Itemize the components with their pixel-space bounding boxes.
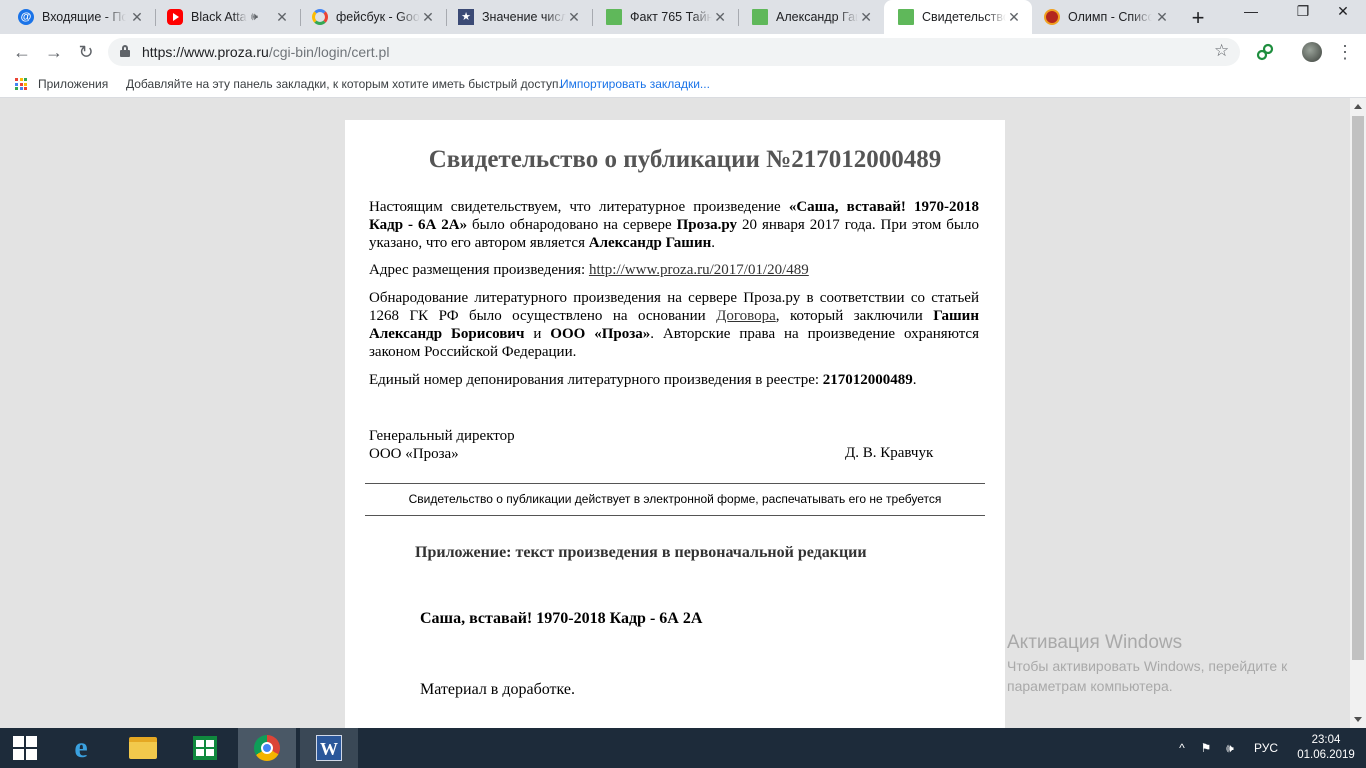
start-button[interactable] bbox=[0, 728, 50, 768]
tab-title: Свидетельство о публикации bbox=[922, 10, 1006, 24]
tab-certificate[interactable]: Свидетельство о публикации ✕ bbox=[884, 0, 1032, 34]
tab-title: Значение числа bbox=[482, 10, 566, 24]
taskbar-ie[interactable]: e bbox=[52, 728, 110, 768]
divider bbox=[365, 515, 985, 516]
store-icon bbox=[193, 736, 217, 760]
party-company: ООО «Проза» bbox=[550, 326, 651, 342]
signature-position: Генеральный директор ООО «Проза» bbox=[369, 428, 515, 462]
taskbar-clock[interactable]: 23:04 01.06.2019 bbox=[1296, 733, 1356, 763]
author-name: Александр Гашин bbox=[588, 235, 712, 251]
lock-icon[interactable] bbox=[120, 45, 130, 57]
registry-number: 217012000489 bbox=[822, 372, 913, 388]
proza-icon bbox=[752, 9, 768, 25]
ie-icon: e bbox=[74, 731, 88, 764]
apps-link[interactable]: Приложения bbox=[38, 77, 108, 91]
certificate-paragraph-2: Адрес размещения произведения: http://ww… bbox=[369, 262, 809, 278]
divider bbox=[365, 483, 985, 484]
word-icon: W bbox=[316, 735, 342, 761]
reload-button[interactable]: ↻ bbox=[74, 40, 98, 64]
work-title: Саша, вставай! 1970-2018 Кадр - 6А 2А bbox=[420, 610, 703, 627]
olimp-icon bbox=[1044, 9, 1060, 25]
close-icon[interactable]: ✕ bbox=[129, 9, 145, 26]
close-window-button[interactable]: ✕ bbox=[1320, 0, 1366, 30]
site-name: Проза.ру bbox=[676, 217, 738, 233]
tab-title: Входящие - Почта bbox=[42, 10, 126, 24]
new-tab-button[interactable]: + bbox=[1186, 5, 1210, 31]
tab-title: Олимп - Список bbox=[1068, 10, 1152, 24]
windows-activation-watermark: Активация Windows Чтобы активировать Win… bbox=[1007, 632, 1288, 694]
minimize-button[interactable]: — bbox=[1228, 0, 1274, 30]
certificate-paragraph-4: Единый номер депонирования литературного… bbox=[369, 372, 917, 388]
bookmarks-hint: Добавляйте на эту панель закладки, к кот… bbox=[126, 77, 562, 91]
star-icon: ★ bbox=[458, 9, 474, 25]
proza-icon bbox=[606, 9, 622, 25]
signature-name: Д. В. Кравчук bbox=[845, 445, 934, 461]
tab-fact[interactable]: Факт 765 Тайна ✕ bbox=[592, 0, 738, 34]
windows-taskbar: e W ^ ⚑ 🕪 РУС 23:04 01.06.2019 bbox=[0, 728, 1366, 768]
tab-google[interactable]: фейсбук - Google ✕ bbox=[300, 0, 446, 34]
tab-inbox[interactable]: @ Входящие - Почта ✕ bbox=[0, 0, 155, 34]
bookmarks-bar: Приложения Добавляйте на эту панель закл… bbox=[0, 70, 1366, 98]
start-icon bbox=[13, 736, 37, 760]
volume-icon[interactable]: 🕪 bbox=[1220, 728, 1240, 768]
taskbar-explorer[interactable] bbox=[114, 728, 172, 768]
tab-author[interactable]: Александр Гашин ✕ bbox=[738, 0, 884, 34]
page-scrollbar[interactable] bbox=[1350, 98, 1366, 728]
profile-avatar[interactable] bbox=[1302, 42, 1322, 62]
tab-title: Факт 765 Тайна bbox=[630, 10, 713, 24]
language-indicator[interactable]: РУС bbox=[1246, 728, 1286, 768]
youtube-icon bbox=[167, 9, 183, 25]
address-bar[interactable]: https://www.proza.ru/cgi-bin/login/cert.… bbox=[108, 38, 1240, 66]
close-icon[interactable]: ✕ bbox=[1154, 9, 1170, 26]
contract-link[interactable]: Договора bbox=[716, 308, 776, 324]
tab-title: фейсбук - Google bbox=[336, 10, 420, 24]
close-icon[interactable]: ✕ bbox=[1006, 9, 1022, 26]
import-bookmarks-link[interactable]: Импортировать закладки... bbox=[560, 77, 710, 91]
forward-button[interactable]: → bbox=[42, 40, 66, 64]
appendix-heading: Приложение: текст произведения в первона… bbox=[415, 544, 867, 561]
speaker-icon[interactable]: 🕪 bbox=[251, 11, 258, 24]
back-button[interactable]: ← bbox=[10, 40, 34, 64]
close-icon[interactable]: ✕ bbox=[420, 9, 436, 26]
proza-icon bbox=[898, 9, 914, 25]
tray-chevron-icon[interactable]: ^ bbox=[1174, 728, 1190, 768]
clock-date: 01.06.2019 bbox=[1297, 749, 1355, 761]
taskbar-store[interactable] bbox=[176, 728, 234, 768]
clock-time: 23:04 bbox=[1311, 734, 1341, 746]
folder-icon bbox=[129, 737, 157, 759]
certificate-panel: Свидетельство о публикации №217012000489… bbox=[345, 120, 1005, 728]
page-title: Свидетельство о публикации №217012000489 bbox=[428, 146, 942, 173]
google-icon bbox=[312, 9, 328, 25]
work-body: Материал в доработке. bbox=[420, 681, 575, 698]
scroll-thumb[interactable] bbox=[1352, 116, 1364, 660]
mail-icon: @ bbox=[18, 9, 34, 25]
tab-olimp[interactable]: Олимп - Список ✕ bbox=[1032, 0, 1180, 34]
network-icon[interactable]: ⚑ bbox=[1196, 728, 1216, 768]
certificate-paragraph-1: Настоящим свидетельствуем, что литератур… bbox=[369, 199, 979, 251]
bookmark-star-icon[interactable]: ☆ bbox=[1214, 41, 1229, 61]
close-icon[interactable]: ✕ bbox=[566, 9, 582, 26]
taskbar-chrome[interactable] bbox=[238, 728, 296, 768]
tab-number-meaning[interactable]: ★ Значение числа ✕ bbox=[446, 0, 592, 34]
tab-title: Александр Гашин bbox=[776, 10, 858, 24]
menu-icon[interactable]: ⋮ bbox=[1336, 40, 1354, 64]
tab-strip: @ Входящие - Почта ✕ Black Attack 🕪 ✕ фе… bbox=[0, 0, 1366, 34]
close-icon[interactable]: ✕ bbox=[712, 9, 728, 26]
scroll-down-arrow-icon[interactable] bbox=[1354, 717, 1362, 722]
apps-grid-icon[interactable] bbox=[15, 78, 27, 90]
taskbar-word[interactable]: W bbox=[300, 728, 358, 768]
extension-icon[interactable] bbox=[1256, 43, 1274, 61]
tab-youtube[interactable]: Black Attack 🕪 ✕ bbox=[155, 0, 300, 34]
tab-title: Black Attack bbox=[191, 10, 247, 24]
close-icon[interactable]: ✕ bbox=[274, 9, 290, 26]
certificate-paragraph-3: Обнародование литературного произведения… bbox=[369, 290, 979, 360]
url-text[interactable]: https://www.proza.ru/cgi-bin/login/cert.… bbox=[142, 44, 389, 60]
browser-toolbar: ← → ↻ https://www.proza.ru/cgi-bin/login… bbox=[0, 34, 1366, 70]
electronic-form-notice: Свидетельство о публикации действует в э… bbox=[408, 492, 942, 506]
work-url-link[interactable]: http://www.proza.ru/2017/01/20/489 bbox=[589, 262, 809, 278]
chrome-icon bbox=[254, 735, 280, 761]
scroll-up-arrow-icon[interactable] bbox=[1354, 104, 1362, 109]
close-icon[interactable]: ✕ bbox=[858, 9, 874, 26]
